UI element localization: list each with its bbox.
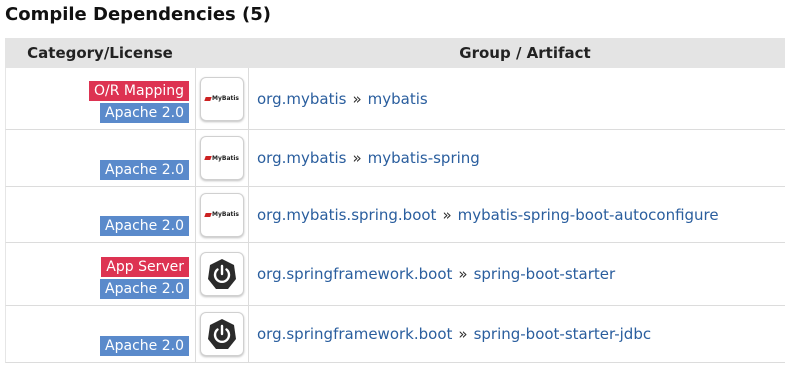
category-cell: Apache 2.0 bbox=[6, 130, 196, 186]
license-badge[interactable]: Apache 2.0 bbox=[100, 103, 189, 123]
logo-text: MyBatis bbox=[205, 95, 239, 102]
spring-boot-power-icon[interactable] bbox=[200, 312, 244, 356]
logo-cell: MyBatis bbox=[196, 187, 249, 242]
group-link[interactable]: org.mybatis bbox=[257, 149, 346, 167]
table-row: Apache 2.0 MyBatis org.mybatis » mybatis… bbox=[5, 130, 785, 187]
separator: » bbox=[458, 265, 468, 283]
artifact-cell: org.mybatis » mybatis-spring bbox=[249, 130, 785, 186]
table-row: O/R Mapping Apache 2.0 MyBatis org.mybat… bbox=[5, 68, 785, 130]
header-category-license: Category/License bbox=[27, 44, 173, 62]
artifact-cell: org.mybatis.spring.boot » mybatis-spring… bbox=[249, 187, 785, 242]
artifact-cell: org.springframework.boot » spring-boot-s… bbox=[249, 243, 785, 305]
separator: » bbox=[442, 205, 452, 224]
spring-boot-power-icon[interactable] bbox=[200, 252, 244, 296]
table-header: Category/License Group / Artifact bbox=[5, 38, 785, 68]
category-cell: O/R Mapping Apache 2.0 bbox=[6, 68, 196, 129]
license-badge[interactable]: Apache 2.0 bbox=[100, 160, 189, 180]
artifact-link[interactable]: mybatis bbox=[368, 90, 428, 108]
power-icon bbox=[208, 319, 236, 349]
separator: » bbox=[458, 325, 468, 343]
artifact-cell: org.springframework.boot » spring-boot-s… bbox=[249, 306, 785, 362]
license-badge[interactable]: Apache 2.0 bbox=[100, 216, 189, 236]
group-link[interactable]: org.mybatis bbox=[257, 90, 346, 108]
separator: » bbox=[352, 149, 362, 167]
mybatis-logo-icon[interactable]: MyBatis bbox=[200, 192, 244, 237]
category-cell: Apache 2.0 bbox=[6, 187, 196, 242]
artifact-link[interactable]: mybatis-spring-boot-autoconfigure bbox=[458, 206, 719, 224]
category-badge[interactable]: O/R Mapping bbox=[89, 81, 189, 101]
category-cell: App Server Apache 2.0 bbox=[6, 243, 196, 305]
mybatis-logo-icon[interactable]: MyBatis bbox=[200, 136, 244, 180]
logo-cell: MyBatis bbox=[196, 130, 249, 186]
separator: » bbox=[352, 89, 362, 108]
power-icon bbox=[208, 259, 236, 289]
group-link[interactable]: org.springframework.boot bbox=[257, 325, 452, 343]
license-badge[interactable]: Apache 2.0 bbox=[100, 336, 189, 356]
logo-text: MyBatis bbox=[205, 155, 239, 162]
artifact-cell: org.mybatis » mybatis bbox=[249, 68, 785, 129]
logo-text: MyBatis bbox=[205, 211, 239, 218]
artifact-link[interactable]: spring-boot-starter-jdbc bbox=[474, 325, 652, 343]
mybatis-logo-icon[interactable]: MyBatis bbox=[200, 76, 244, 121]
logo-cell bbox=[196, 306, 249, 362]
group-link[interactable]: org.springframework.boot bbox=[257, 265, 452, 283]
table-row: Apache 2.0 org.springframework.boot » sp… bbox=[5, 306, 785, 363]
table-row: App Server Apache 2.0 org.springframewor… bbox=[5, 243, 785, 306]
artifact-link[interactable]: spring-boot-starter bbox=[474, 265, 616, 283]
artifact-link[interactable]: mybatis-spring bbox=[368, 149, 480, 167]
category-badge[interactable]: App Server bbox=[101, 257, 189, 277]
header-group-artifact: Group / Artifact bbox=[459, 44, 591, 62]
category-cell: Apache 2.0 bbox=[6, 306, 196, 362]
section-title: Compile Dependencies (5) bbox=[5, 4, 272, 25]
logo-cell: MyBatis bbox=[196, 68, 249, 129]
dependencies-table: Category/License Group / Artifact O/R Ma… bbox=[5, 38, 785, 363]
license-badge[interactable]: Apache 2.0 bbox=[100, 279, 189, 299]
logo-cell bbox=[196, 243, 249, 305]
table-row: Apache 2.0 MyBatis org.mybatis.spring.bo… bbox=[5, 187, 785, 243]
group-link[interactable]: org.mybatis.spring.boot bbox=[257, 206, 436, 224]
